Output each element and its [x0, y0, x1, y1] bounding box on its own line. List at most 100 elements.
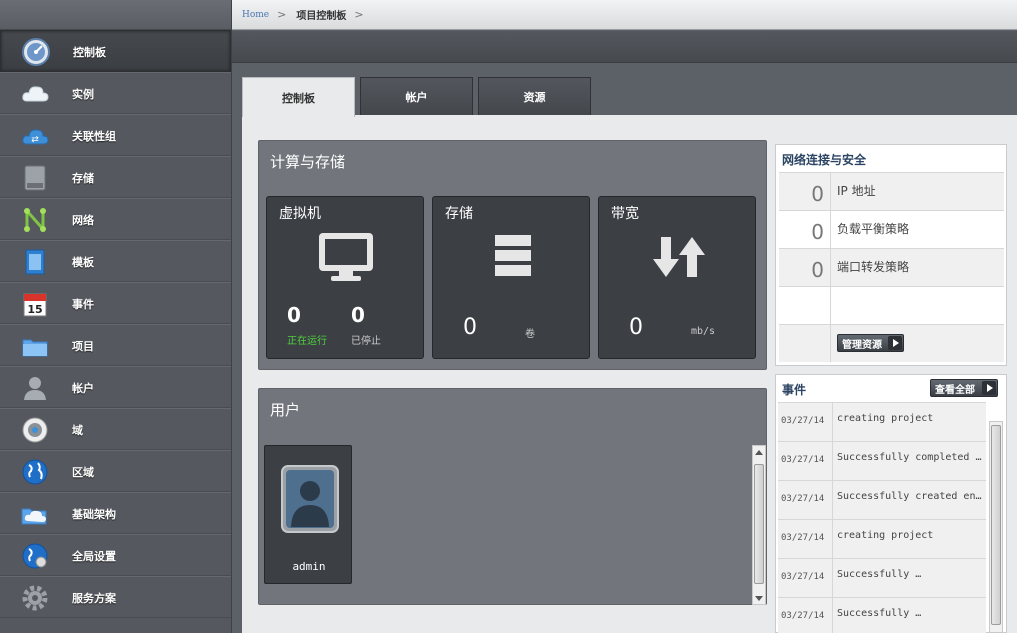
scrollbar-thumb[interactable] — [754, 464, 764, 584]
row-count: 0 — [779, 211, 831, 248]
event-description: Successfully created en… — [832, 481, 986, 519]
breadcrumb-home-link[interactable]: Home — [242, 10, 269, 20]
event-date: 03/27/14 — [781, 494, 825, 504]
panel-title: 用户 — [270, 401, 301, 419]
network-row-empty — [779, 286, 1004, 324]
template-icon — [25, 249, 45, 275]
view-all-button[interactable]: 查看全部 — [930, 379, 998, 397]
svg-text:15: 15 — [27, 303, 42, 316]
event-date: 03/27/14 — [781, 572, 825, 582]
sidebar-item-label: 基础架构 — [72, 508, 116, 521]
domain-icon — [22, 417, 48, 443]
panel-title: 网络连接与安全 — [782, 153, 867, 167]
sidebar-item-zones[interactable]: 区域 — [0, 450, 231, 492]
scrollbar-thumb[interactable] — [991, 425, 1001, 625]
network-row-pf[interactable]: 0 端口转发策略 — [779, 248, 1004, 286]
cloud-icon — [22, 86, 49, 102]
row-count — [779, 287, 831, 324]
sidebar-item-domains[interactable]: 域 — [0, 408, 231, 450]
sidebar-item-storage[interactable]: 存储 — [0, 156, 231, 198]
users-panel: 用户 admin — [258, 388, 767, 605]
bandwidth-unit: mb/s — [691, 326, 716, 337]
bandwidth-title: 带宽 — [611, 206, 639, 222]
event-row[interactable]: 03/27/14 creating project — [778, 402, 986, 441]
globe-icon — [22, 459, 48, 485]
button-label: 管理资源 — [842, 339, 882, 351]
event-row[interactable]: 03/27/14 Successfully completed … — [778, 441, 986, 480]
vm-stopped-count: 0 — [351, 303, 365, 327]
sidebar-item-affinity-groups[interactable]: ⇄ 关联性组 — [0, 114, 231, 156]
tab-dashboard[interactable]: 控制板 — [242, 77, 355, 117]
row-label: 负载平衡策略 — [837, 222, 910, 236]
breadcrumb: Home > 项目控制板 > — [232, 0, 1017, 30]
compute-storage-panel: 计算与存储 虚拟机 0 正在运行 0 已停止 存储 0 卷 带宽 0 mb/s — [258, 140, 767, 370]
vm-stat-box[interactable]: 虚拟机 0 正在运行 0 已停止 — [266, 196, 424, 359]
scroll-up-icon[interactable] — [755, 450, 763, 455]
event-description: Successfully completed … — [832, 442, 986, 480]
storage-count: 0 — [463, 315, 477, 340]
sidebar-item-network[interactable]: 网络 — [0, 198, 231, 240]
event-row[interactable]: 03/27/14 Successfully created en… — [778, 480, 986, 519]
sidebar-item-global-settings[interactable]: 全局设置 — [0, 534, 231, 576]
storage-stack-icon — [495, 235, 531, 276]
event-description: Successfully … — [832, 598, 986, 633]
event-row[interactable]: 03/27/14 Successfully … — [778, 597, 986, 633]
sidebar-item-label: 网络 — [72, 214, 94, 227]
event-date: 03/27/14 — [781, 611, 825, 621]
storage-stat-box[interactable]: 存储 0 卷 — [432, 196, 590, 359]
folder-icon — [22, 339, 48, 357]
vm-running-count: 0 — [287, 303, 301, 327]
affinity-cloud-icon: ⇄ — [22, 129, 49, 145]
network-icon — [24, 208, 46, 232]
sidebar-item-projects[interactable]: 项目 — [0, 324, 231, 366]
sidebar-item-label: 模板 — [72, 256, 94, 269]
manage-resources-button[interactable]: 管理资源 — [837, 334, 904, 352]
sidebar-item-infrastructure[interactable]: 基础架构 — [0, 492, 231, 534]
event-date: 03/27/14 — [781, 455, 825, 465]
row-label: 端口转发策略 — [837, 260, 910, 274]
global-settings-icon — [22, 543, 48, 569]
sidebar-item-instances[interactable]: 实例 — [0, 72, 231, 114]
sidebar-item-label: 控制板 — [73, 46, 106, 59]
users-scrollbar[interactable] — [752, 445, 766, 605]
button-label: 查看全部 — [935, 384, 975, 396]
play-icon — [982, 381, 996, 395]
svg-text:⇄: ⇄ — [31, 135, 39, 145]
network-panel: 网络连接与安全 0 IP 地址 0 负载平衡策略 0 端口转发策略 管理资源 — [775, 144, 1007, 366]
bandwidth-arrows-icon — [653, 237, 705, 277]
avatar — [281, 465, 339, 533]
sidebar-item-label: 全局设置 — [72, 550, 116, 563]
tab-accounts[interactable]: 帐户 — [360, 77, 473, 115]
play-icon — [888, 336, 902, 350]
sidebar-item-label: 实例 — [72, 88, 94, 101]
monitor-icon — [319, 233, 373, 281]
breadcrumb-separator: > — [354, 8, 364, 21]
row-count — [779, 325, 831, 362]
scroll-down-icon[interactable] — [755, 596, 763, 601]
bandwidth-stat-box[interactable]: 带宽 0 mb/s — [598, 196, 756, 359]
storage-title: 存储 — [445, 206, 473, 222]
panel-title: 事件 — [782, 383, 807, 397]
calendar-icon: 15 — [23, 293, 47, 317]
breadcrumb-current: 项目控制板 — [296, 11, 347, 22]
network-row-ip[interactable]: 0 IP 地址 — [779, 172, 1004, 210]
sidebar-header — [0, 0, 231, 30]
event-date: 03/27/14 — [781, 533, 825, 543]
events-scrollbar[interactable] — [989, 421, 1003, 633]
tab-resources[interactable]: 资源 — [478, 77, 591, 115]
sidebar-item-label: 域 — [72, 424, 83, 437]
panel-title: 计算与存储 — [270, 153, 346, 171]
breadcrumb-separator: > — [277, 8, 287, 21]
event-row[interactable]: 03/27/14 creating project — [778, 519, 986, 558]
sidebar-item-templates[interactable]: 模板 — [0, 240, 231, 282]
dashboard-icon — [22, 38, 50, 66]
sidebar-item-label: 帐户 — [72, 382, 94, 395]
network-row-actions: 管理资源 — [779, 324, 1004, 362]
sidebar-item-accounts[interactable]: 帐户 — [0, 366, 231, 408]
user-card[interactable]: admin — [264, 445, 352, 584]
network-row-lb[interactable]: 0 负载平衡策略 — [779, 210, 1004, 248]
sidebar-item-service-offerings[interactable]: 服务方案 — [0, 576, 231, 618]
sidebar-item-events[interactable]: 15 事件 — [0, 282, 231, 324]
event-row[interactable]: 03/27/14 Successfully … — [778, 558, 986, 597]
sidebar-item-dashboard[interactable]: 控制板 — [0, 30, 231, 72]
